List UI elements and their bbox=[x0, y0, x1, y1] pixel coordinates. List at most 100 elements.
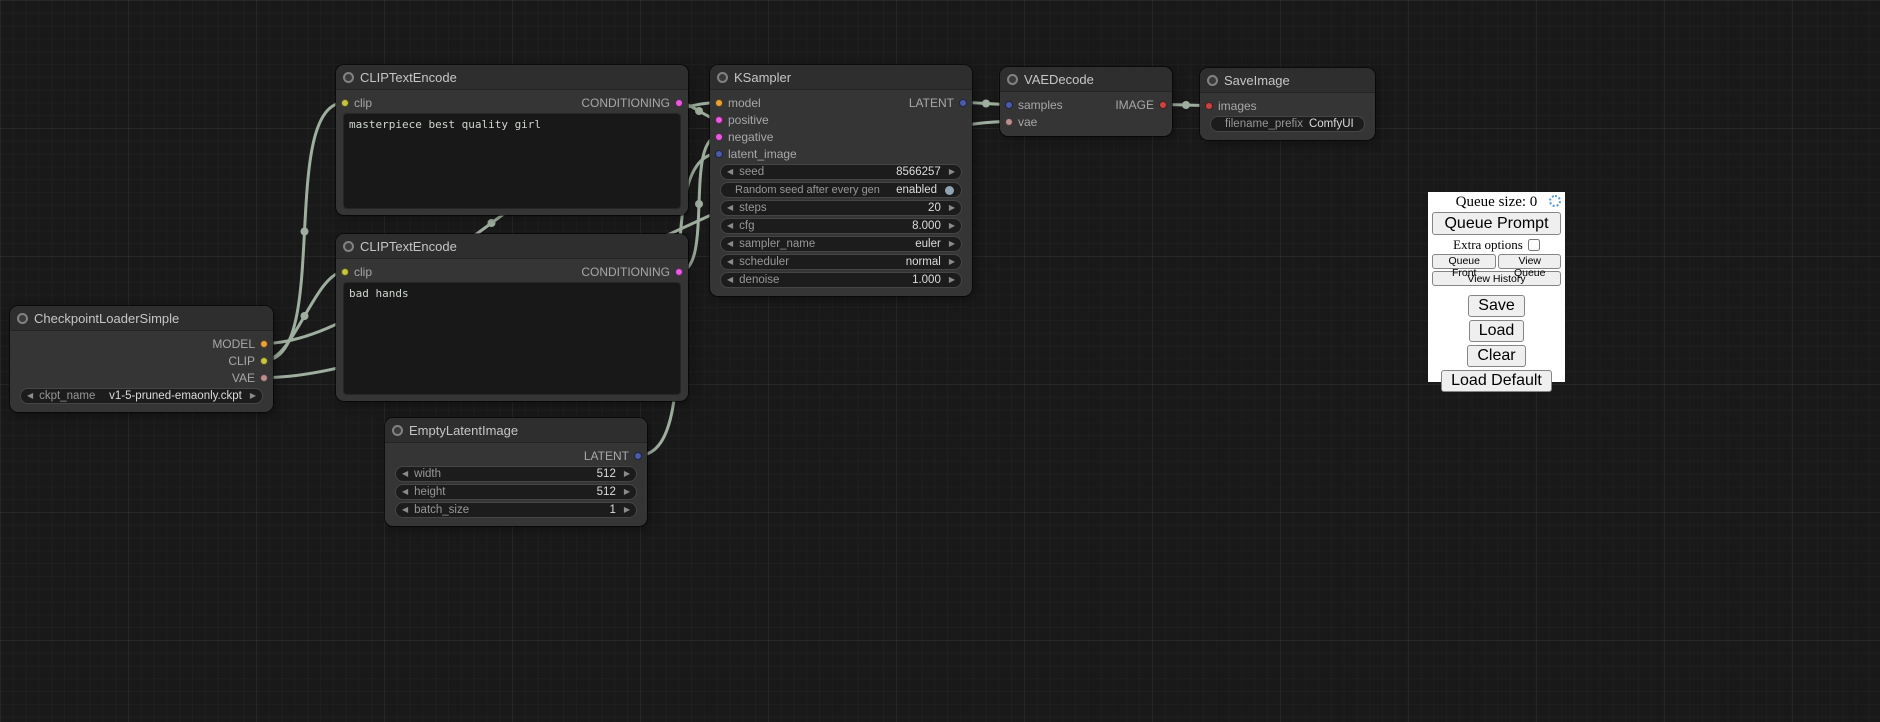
widget-batch-size[interactable]: ◀ batch_size 1 ▶ bbox=[395, 502, 637, 518]
output-slot-model[interactable] bbox=[260, 340, 268, 348]
decrement-arrow-icon[interactable]: ◀ bbox=[727, 276, 733, 284]
input-slot-clip[interactable] bbox=[341, 99, 349, 107]
clear-button[interactable]: Clear bbox=[1467, 345, 1525, 367]
node-cliptextencode-negative[interactable]: CLIPTextEncode clip CONDITIONING bad han… bbox=[336, 234, 688, 401]
input-slot-clip[interactable] bbox=[341, 268, 349, 276]
next-arrow-icon[interactable]: ▶ bbox=[250, 392, 256, 400]
increment-arrow-icon[interactable]: ▶ bbox=[949, 276, 955, 284]
input-slot-vae[interactable] bbox=[1005, 118, 1013, 126]
widget-scheduler[interactable]: ◀ scheduler normal ▶ bbox=[720, 254, 962, 270]
node-saveimage[interactable]: SaveImage images filename_prefix ComfyUI bbox=[1200, 68, 1375, 140]
load-button[interactable]: Load bbox=[1469, 320, 1525, 342]
output-slot-vae[interactable] bbox=[260, 374, 268, 382]
input-slot-model[interactable] bbox=[715, 99, 723, 107]
input-slot-positive[interactable] bbox=[715, 116, 723, 124]
output-slot-image[interactable] bbox=[1159, 101, 1167, 109]
decrement-arrow-icon[interactable]: ◀ bbox=[402, 470, 408, 478]
collapse-dot-icon[interactable] bbox=[343, 241, 354, 252]
collapse-dot-icon[interactable] bbox=[1207, 75, 1218, 86]
node-title: CLIPTextEncode bbox=[360, 70, 457, 85]
prev-arrow-icon[interactable]: ◀ bbox=[27, 392, 33, 400]
view-queue-button[interactable]: View Queue bbox=[1498, 254, 1561, 269]
node-title-bar[interactable]: CLIPTextEncode bbox=[336, 65, 688, 90]
collapse-dot-icon[interactable] bbox=[392, 425, 403, 436]
output-slot-conditioning[interactable] bbox=[675, 99, 683, 107]
increment-arrow-icon[interactable]: ▶ bbox=[949, 222, 955, 230]
increment-arrow-icon[interactable]: ▶ bbox=[949, 204, 955, 212]
input-slot-images[interactable] bbox=[1205, 102, 1213, 110]
widget-sampler-name[interactable]: ◀ sampler_name euler ▶ bbox=[720, 236, 962, 252]
input-label-clip: clip bbox=[354, 96, 372, 110]
positive-prompt-textarea[interactable]: masterpiece best quality girl bbox=[343, 113, 681, 209]
decrement-arrow-icon[interactable]: ◀ bbox=[402, 506, 408, 514]
node-title-bar[interactable]: VAEDecode bbox=[1000, 67, 1172, 92]
collapse-dot-icon[interactable] bbox=[343, 72, 354, 83]
node-title: KSampler bbox=[734, 70, 791, 85]
next-arrow-icon[interactable]: ▶ bbox=[949, 258, 955, 266]
increment-arrow-icon[interactable]: ▶ bbox=[624, 488, 630, 496]
node-cliptextencode-positive[interactable]: CLIPTextEncode clip CONDITIONING masterp… bbox=[336, 65, 688, 215]
widget-label: sampler_name bbox=[739, 238, 815, 250]
widget-width[interactable]: ◀ width 512 ▶ bbox=[395, 466, 637, 482]
widget-ckpt-name[interactable]: ◀ ckpt_name v1-5-pruned-emaonly.ckpt ▶ bbox=[20, 388, 263, 404]
increment-arrow-icon[interactable]: ▶ bbox=[624, 506, 630, 514]
widget-cfg[interactable]: ◀ cfg 8.000 ▶ bbox=[720, 218, 962, 234]
node-title-bar[interactable]: SaveImage bbox=[1200, 68, 1375, 93]
widget-random-seed-toggle[interactable]: Random seed after every gen enabled bbox=[720, 182, 962, 198]
widget-label: batch_size bbox=[414, 504, 469, 516]
save-button[interactable]: Save bbox=[1468, 295, 1524, 317]
output-label-latent: LATENT bbox=[909, 96, 954, 110]
output-label-conditioning: CONDITIONING bbox=[581, 96, 670, 110]
node-title: EmptyLatentImage bbox=[409, 423, 518, 438]
decrement-arrow-icon[interactable]: ◀ bbox=[402, 488, 408, 496]
queue-front-button[interactable]: Queue Front bbox=[1432, 254, 1496, 269]
widget-denoise[interactable]: ◀ denoise 1.000 ▶ bbox=[720, 272, 962, 288]
node-title-bar[interactable]: EmptyLatentImage bbox=[385, 418, 647, 443]
widget-height[interactable]: ◀ height 512 ▶ bbox=[395, 484, 637, 500]
collapse-dot-icon[interactable] bbox=[717, 72, 728, 83]
node-title-bar[interactable]: KSampler bbox=[710, 65, 972, 90]
decrement-arrow-icon[interactable]: ◀ bbox=[727, 168, 733, 176]
queue-prompt-button[interactable]: Queue Prompt bbox=[1432, 212, 1561, 235]
input-label-latent-image: latent_image bbox=[728, 147, 797, 161]
increment-arrow-icon[interactable]: ▶ bbox=[949, 168, 955, 176]
decrement-arrow-icon[interactable]: ◀ bbox=[727, 222, 733, 230]
widget-value: enabled bbox=[886, 184, 937, 196]
comfy-menu-panel: Queue size: 0 Queue Prompt Extra options… bbox=[1428, 192, 1565, 382]
queue-size-label: Queue size: 0 bbox=[1456, 194, 1538, 211]
negative-prompt-textarea[interactable]: bad hands bbox=[343, 282, 681, 395]
widget-steps[interactable]: ◀ steps 20 ▶ bbox=[720, 200, 962, 216]
extra-options-checkbox[interactable] bbox=[1528, 239, 1540, 251]
settings-gear-icon[interactable] bbox=[1549, 195, 1561, 207]
decrement-arrow-icon[interactable]: ◀ bbox=[727, 204, 733, 212]
node-title-bar[interactable]: CheckpointLoaderSimple bbox=[10, 306, 273, 331]
toggle-knob[interactable] bbox=[945, 186, 954, 195]
node-emptylatentimage[interactable]: EmptyLatentImage LATENT ◀ width 512 ▶ ◀ … bbox=[385, 418, 647, 526]
output-slot-latent[interactable] bbox=[959, 99, 967, 107]
widget-label: seed bbox=[739, 166, 764, 178]
input-slot-samples[interactable] bbox=[1005, 101, 1013, 109]
load-default-button[interactable]: Load Default bbox=[1441, 370, 1552, 392]
widget-seed[interactable]: ◀ seed 8566257 ▶ bbox=[720, 164, 962, 180]
collapse-dot-icon[interactable] bbox=[17, 313, 28, 324]
node-ksampler[interactable]: KSampler model LATENT positive negative … bbox=[710, 65, 972, 296]
collapse-dot-icon[interactable] bbox=[1007, 74, 1018, 85]
output-slot-clip[interactable] bbox=[260, 357, 268, 365]
output-slot-latent[interactable] bbox=[634, 452, 642, 460]
output-label-vae: VAE bbox=[232, 371, 255, 385]
node-vaedecode[interactable]: VAEDecode samples IMAGE vae bbox=[1000, 67, 1172, 136]
next-arrow-icon[interactable]: ▶ bbox=[949, 240, 955, 248]
node-graph-canvas[interactable]: CheckpointLoaderSimple MODEL CLIP VAE ◀ … bbox=[0, 0, 1880, 722]
increment-arrow-icon[interactable]: ▶ bbox=[624, 470, 630, 478]
prev-arrow-icon[interactable]: ◀ bbox=[727, 258, 733, 266]
node-checkpointloadersimple[interactable]: CheckpointLoaderSimple MODEL CLIP VAE ◀ … bbox=[10, 306, 273, 412]
widget-label: ckpt_name bbox=[39, 390, 95, 402]
node-title-bar[interactable]: CLIPTextEncode bbox=[336, 234, 688, 259]
widget-filename-prefix[interactable]: filename_prefix ComfyUI bbox=[1210, 116, 1365, 132]
input-slot-latent-image[interactable] bbox=[715, 150, 723, 158]
output-slot-conditioning[interactable] bbox=[675, 268, 683, 276]
input-slot-negative[interactable] bbox=[715, 133, 723, 141]
input-label-model: model bbox=[728, 96, 761, 110]
input-label-negative: negative bbox=[728, 130, 773, 144]
prev-arrow-icon[interactable]: ◀ bbox=[727, 240, 733, 248]
